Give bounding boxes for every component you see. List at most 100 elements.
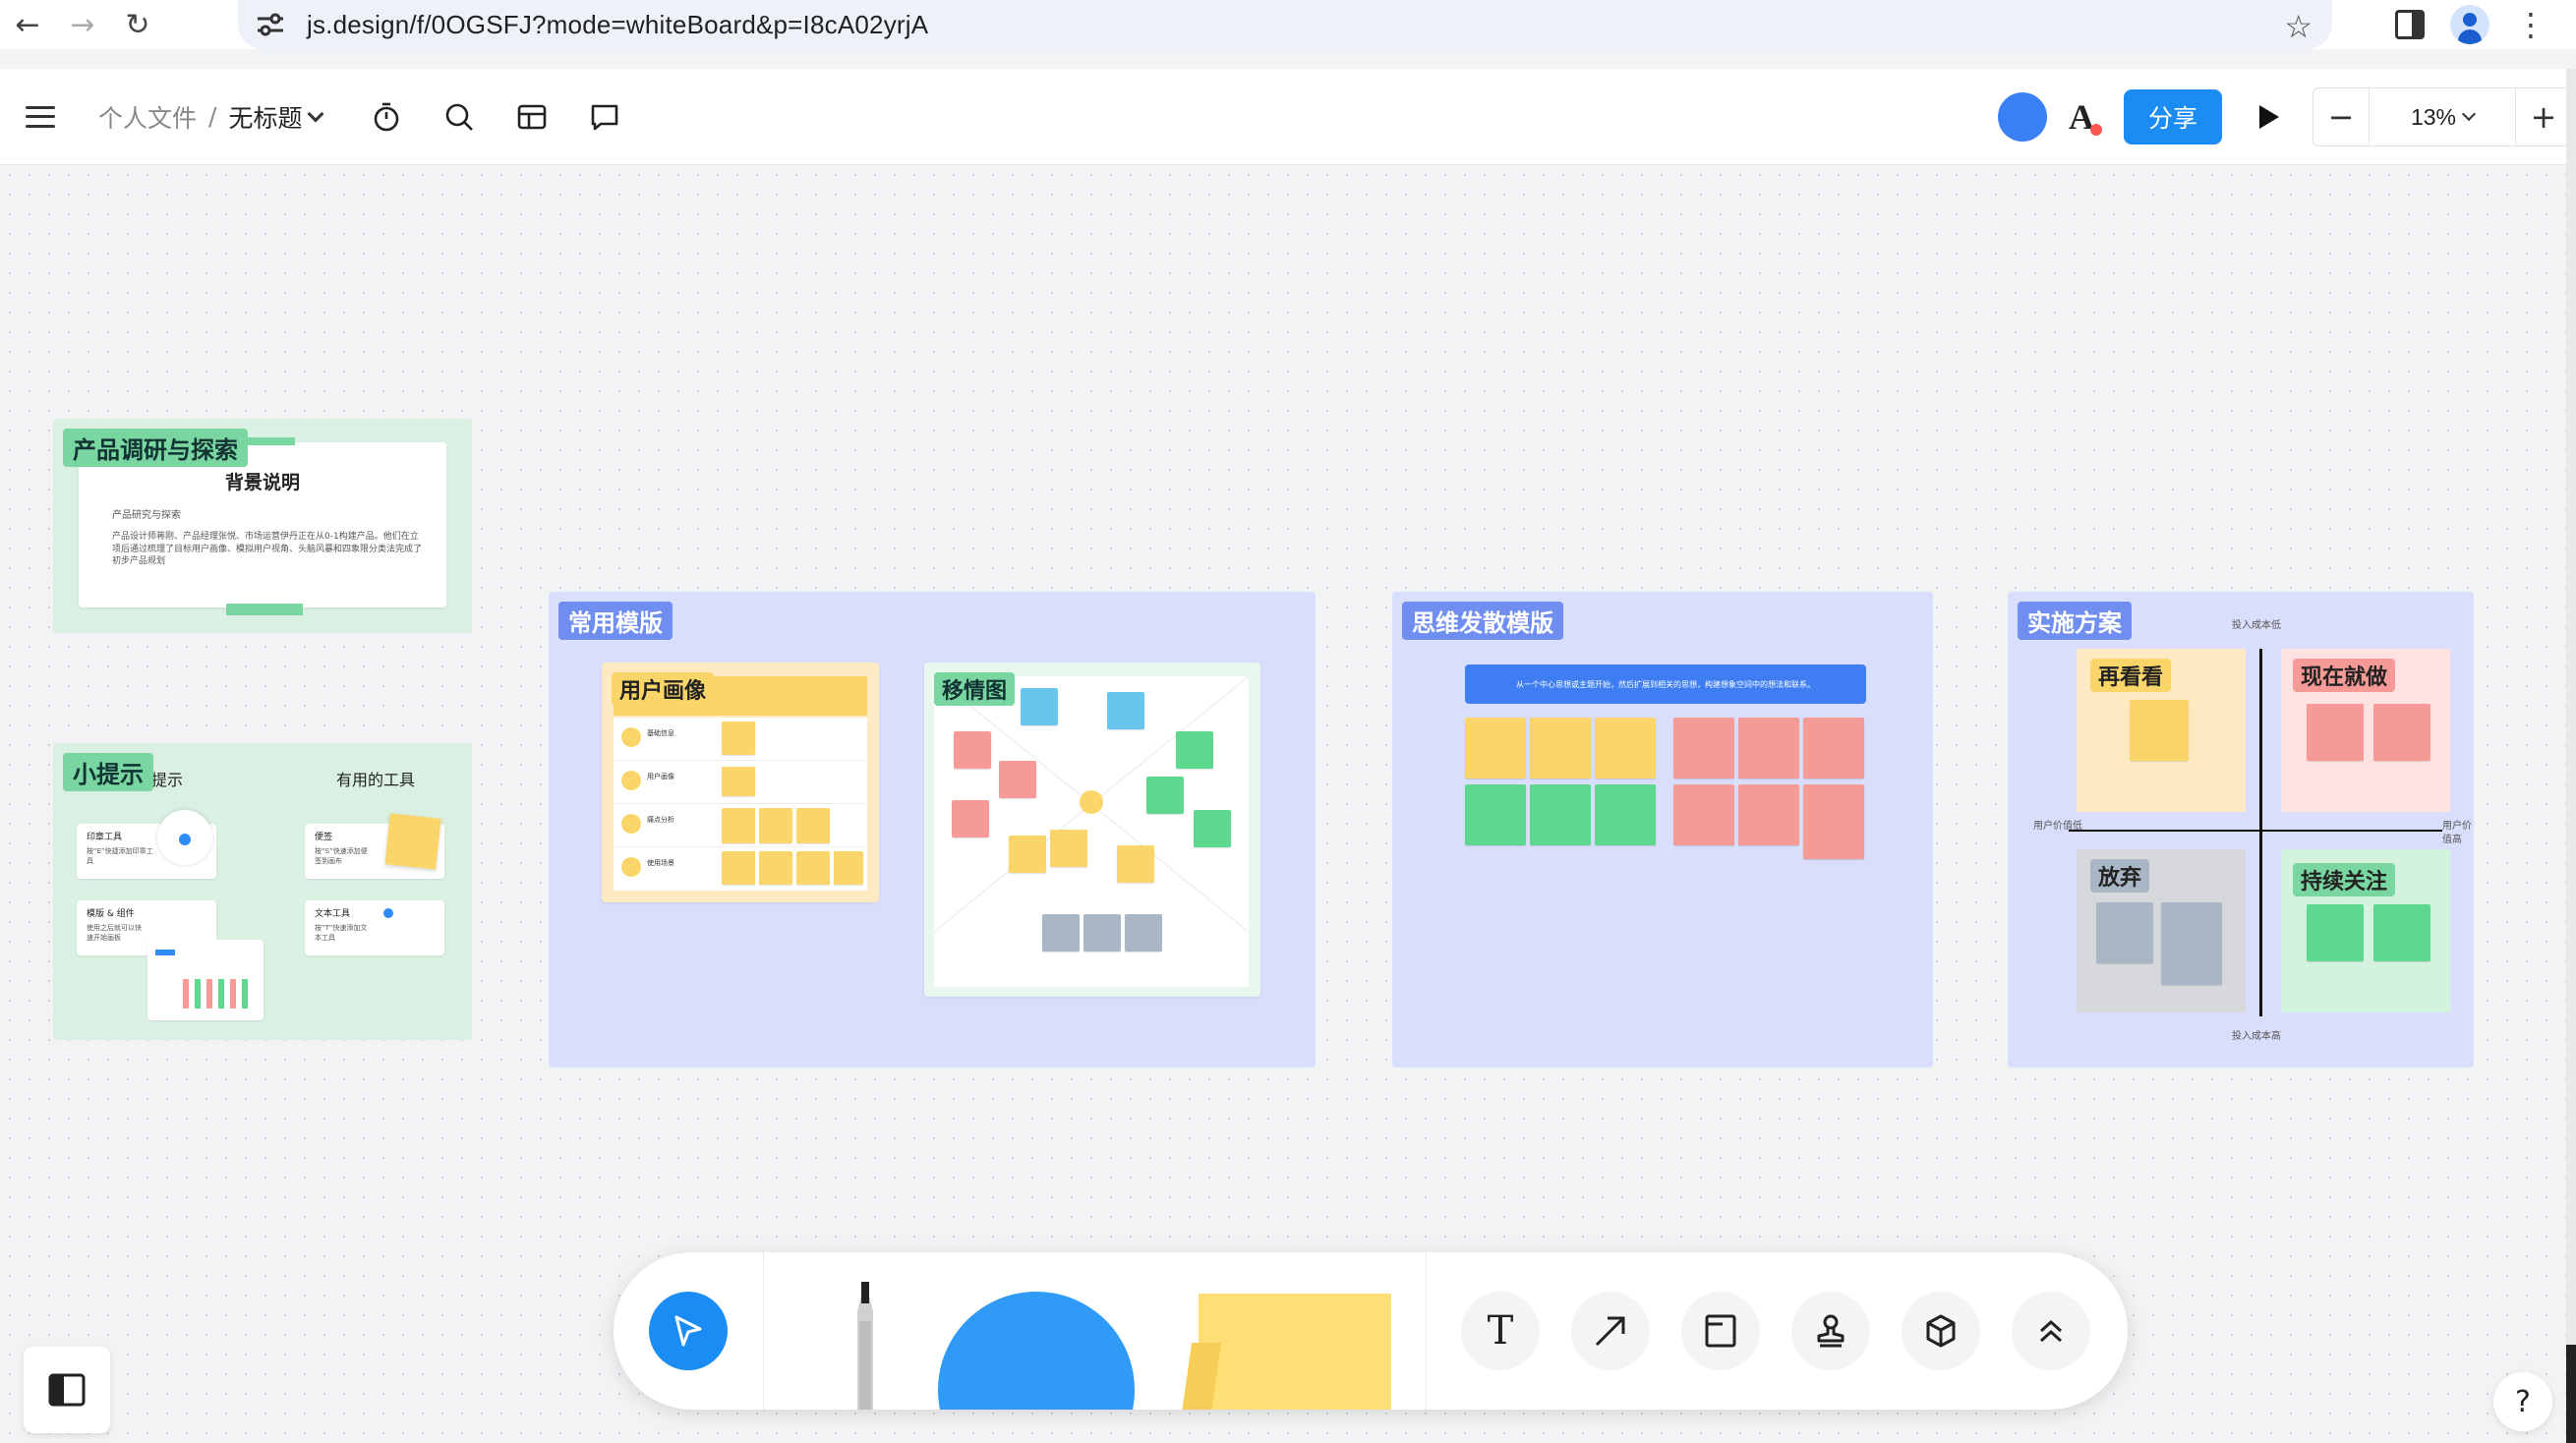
persona-row-label: 基础信息 — [647, 729, 674, 737]
timer-icon[interactable] — [371, 101, 402, 133]
persona-label[interactable]: 用户画像 — [612, 672, 715, 706]
quadrant-label-later[interactable]: 再看看 — [2090, 659, 2172, 692]
tip-title: 印章工具 — [87, 833, 123, 842]
corner-strip — [2566, 1345, 2576, 1443]
card-subtitle: 产品研究与探索 — [112, 510, 181, 521]
profile-avatar-icon[interactable] — [2450, 5, 2489, 44]
persona-template[interactable]: 基础信息 用户画像 痛点分析 使用场景 用户画像 — [602, 663, 879, 902]
zoom-level: 13% — [2410, 103, 2457, 130]
vertical-scrollbar[interactable] — [2566, 69, 2576, 1443]
tip-card-text[interactable]: 文本工具 按“T”快速添加文本工具 — [305, 900, 444, 955]
text-tool-button[interactable]: T — [1461, 1292, 1540, 1370]
tips-col2-title: 有用的工具 — [336, 771, 416, 789]
zoom-level-dropdown[interactable]: 13% — [2369, 87, 2516, 146]
file-title-dropdown[interactable]: 无标题 — [228, 99, 324, 135]
sticky-note-tool[interactable] — [1199, 1294, 1391, 1410]
browser-toolbar: ← → ↻ js.design/f/0OGSFJ?mode=whiteBoard… — [0, 0, 2576, 49]
frame-tool-button[interactable] — [1681, 1292, 1760, 1370]
frame-label-mindmap[interactable]: 思维发散模版 — [1402, 602, 1563, 640]
font-missing-icon[interactable]: A — [2069, 96, 2102, 138]
user-avatar[interactable] — [1998, 92, 2047, 142]
present-play-icon[interactable] — [2259, 105, 2279, 129]
search-icon[interactable] — [443, 101, 475, 133]
persona-row-label: 痛点分析 — [647, 816, 674, 824]
axis-right-label: 用户价值高 — [2442, 821, 2472, 845]
card-text: 产品设计师蒋刚、产品经理张悦、市场运营伊丹正在从0-1构建产品。他们在立项后通过… — [112, 532, 423, 567]
frame-label-plan[interactable]: 实施方案 — [2018, 602, 2132, 640]
back-icon[interactable]: ← — [0, 0, 55, 49]
shape-tool[interactable] — [938, 1292, 1135, 1410]
select-tool-button[interactable] — [649, 1292, 728, 1370]
forward-icon[interactable]: → — [55, 0, 110, 49]
persona-row-label: 用户画像 — [647, 773, 674, 780]
frame-label-tips[interactable]: 小提示 — [63, 753, 153, 791]
tip-title: 便签 — [315, 833, 333, 842]
bottom-toolbar: T — [614, 1252, 2128, 1410]
file-title: 无标题 — [228, 103, 303, 133]
site-settings-icon[interactable] — [256, 12, 285, 37]
breadcrumb-parent[interactable]: 个人文件 — [98, 99, 197, 135]
app-header: 个人文件 / 无标题 A 分享 − 13% + — [0, 69, 2576, 165]
frame-label-templates[interactable]: 常用模版 — [558, 602, 673, 640]
breadcrumb: 个人文件 / 无标题 — [98, 99, 324, 135]
quadrant-label-drop[interactable]: 放弃 — [2090, 859, 2150, 893]
tip-text: 使用之后就可以快速开始画板 — [87, 924, 142, 942]
arrow-icon — [1595, 1316, 1625, 1347]
card-title: 背景说明 — [224, 472, 300, 493]
browser-menu-icon[interactable]: ⋮ — [2515, 9, 2547, 40]
frame-mindmap[interactable]: 从一个中心思想或主题开始，然后扩展到相关的思想，构建想象空间中的想法和联系。 思… — [1392, 592, 1933, 1068]
background-card[interactable]: 背景说明 产品研究与探索 产品设计师蒋刚、产品经理张悦、市场运营伊丹正在从0-1… — [79, 437, 446, 615]
frame-label-research[interactable]: 产品调研与探索 — [63, 429, 248, 467]
address-bar[interactable]: js.design/f/0OGSFJ?mode=whiteBoard&p=I8c… — [238, 0, 2332, 49]
toggle-layers-panel-button[interactable] — [24, 1347, 110, 1433]
chevron-down-icon — [307, 105, 324, 122]
cube-icon — [1926, 1314, 1956, 1348]
stamp-icon — [1817, 1314, 1844, 1348]
chevron-down-icon — [2461, 106, 2477, 122]
stamp-tool-button[interactable] — [1791, 1292, 1870, 1370]
tip-title: 文本工具 — [315, 909, 351, 919]
quadrant-label-watch[interactable]: 持续关注 — [2293, 863, 2396, 896]
url-text[interactable]: js.design/f/0OGSFJ?mode=whiteBoard&p=I8c… — [307, 10, 928, 40]
frame-tips[interactable]: 提示 有用的工具 印章工具 按“E”快捷添加印章工具 模版 & 组件 使用之后就… — [53, 743, 472, 1040]
frame-plan[interactable]: 投入成本低 投入成本高 用户价值低 用户价值高 再看看 现在就做 放弃 持续关注… — [2008, 592, 2474, 1068]
frame-icon — [1705, 1314, 1736, 1348]
pen-tool[interactable] — [851, 1282, 879, 1410]
zoom-out-button[interactable]: − — [2313, 87, 2369, 146]
help-button[interactable]: ? — [2493, 1372, 2552, 1431]
tip-title: 模版 & 组件 — [87, 909, 135, 919]
whiteboard-canvas[interactable]: 背景说明 产品研究与探索 产品设计师蒋刚、产品经理张悦、市场运营伊丹正在从0-1… — [0, 165, 2566, 1443]
quadrant-label-do-now[interactable]: 现在就做 — [2293, 659, 2396, 692]
frame-templates[interactable]: 基础信息 用户画像 痛点分析 使用场景 用户画像 移情图 常用模版 — [549, 592, 1316, 1068]
side-panel-icon[interactable] — [2395, 10, 2425, 39]
more-tools-button[interactable] — [2012, 1292, 2090, 1370]
zoom-control: − 13% + — [2313, 87, 2572, 146]
empathy-map-label[interactable]: 移情图 — [934, 672, 1016, 706]
frame-research[interactable]: 背景说明 产品研究与探索 产品设计师蒋刚、产品经理张悦、市场运营伊丹正在从0-1… — [53, 419, 472, 633]
pointer-icon — [674, 1315, 702, 1347]
tips-col1-title: 提示 — [151, 771, 184, 789]
zoom-in-button[interactable]: + — [2516, 87, 2571, 146]
layers-panel-icon — [48, 1373, 86, 1407]
connector-tool-button[interactable] — [1571, 1292, 1650, 1370]
tip-text: 按“E”快捷添加印章工具 — [87, 847, 153, 865]
tip-card-sticky[interactable]: 便签 按“S”快速添加便签到画布 — [305, 813, 444, 879]
main-menu-icon[interactable] — [26, 105, 55, 128]
tip-card-stamp[interactable]: 印章工具 按“E”快捷添加印章工具 — [77, 810, 216, 879]
share-button[interactable]: 分享 — [2124, 89, 2222, 144]
tip-text: 按“T”快速添加文本工具 — [315, 924, 368, 942]
tip-card-component-panel[interactable] — [147, 940, 263, 1020]
comment-icon[interactable] — [589, 101, 620, 133]
plugins-tool-button[interactable] — [1902, 1292, 1980, 1370]
tip-text: 按“S”快速添加便签到画布 — [315, 847, 368, 865]
empathy-map-template[interactable]: 移情图 — [924, 663, 1260, 997]
templates-icon[interactable] — [516, 101, 548, 133]
bookmark-star-icon[interactable]: ☆ — [2284, 8, 2313, 45]
reload-icon[interactable]: ↻ — [110, 0, 165, 49]
axis-bottom-label: 投入成本高 — [2232, 1031, 2281, 1042]
breadcrumb-separator: / — [208, 102, 217, 131]
axis-top-label: 投入成本低 — [2232, 620, 2281, 631]
mindmap-banner[interactable]: 从一个中心思想或主题开始，然后扩展到相关的思想，构建想象空间中的想法和联系。 — [1465, 664, 1866, 704]
persona-row-label: 使用场景 — [647, 859, 674, 867]
chevron-up-double-icon — [2039, 1319, 2063, 1343]
